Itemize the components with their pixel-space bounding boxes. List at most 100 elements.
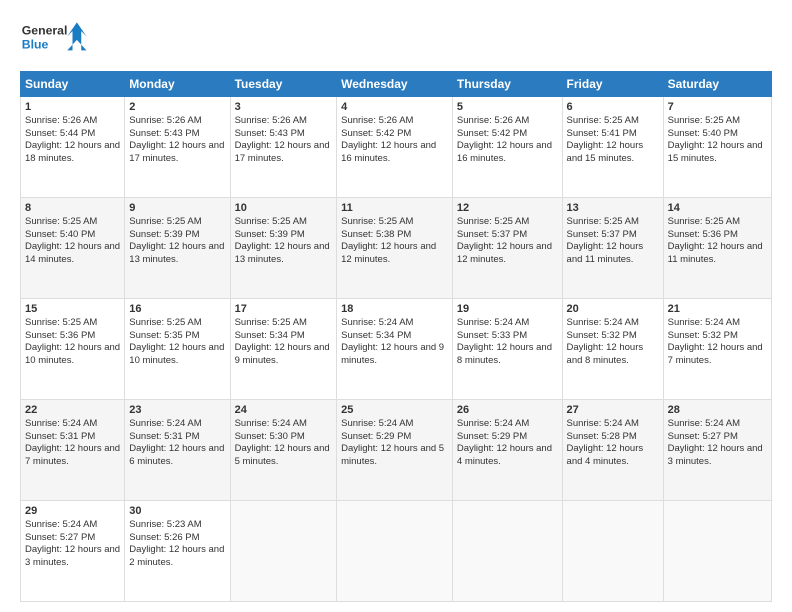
day-info: Sunrise: 5:26 AM xyxy=(235,115,333,128)
day-info: Sunset: 5:26 PM xyxy=(129,532,225,545)
day-info: Sunset: 5:37 PM xyxy=(567,229,659,242)
day-number: 20 xyxy=(567,302,659,317)
day-info: Sunrise: 5:25 AM xyxy=(668,216,767,229)
day-info: Sunrise: 5:26 AM xyxy=(457,115,558,128)
calendar-cell: 10Sunrise: 5:25 AMSunset: 5:39 PMDayligh… xyxy=(230,198,337,299)
calendar-cell: 28Sunrise: 5:24 AMSunset: 5:27 PMDayligh… xyxy=(663,400,771,501)
day-info: Sunset: 5:29 PM xyxy=(341,431,448,444)
calendar-cell: 22Sunrise: 5:24 AMSunset: 5:31 PMDayligh… xyxy=(21,400,125,501)
header-row: SundayMondayTuesdayWednesdayThursdayFrid… xyxy=(21,72,772,97)
day-number: 14 xyxy=(668,201,767,216)
day-info: Daylight: 12 hours and 9 minutes. xyxy=(235,342,333,368)
logo-svg: General Blue xyxy=(20,16,90,61)
calendar-cell: 16Sunrise: 5:25 AMSunset: 5:35 PMDayligh… xyxy=(125,299,230,400)
day-info: Daylight: 12 hours and 16 minutes. xyxy=(341,140,448,166)
day-number: 19 xyxy=(457,302,558,317)
day-info: Daylight: 12 hours and 4 minutes. xyxy=(567,443,659,469)
day-number: 4 xyxy=(341,100,448,115)
day-info: Sunrise: 5:25 AM xyxy=(567,115,659,128)
day-info: Sunrise: 5:24 AM xyxy=(567,317,659,330)
day-info: Daylight: 12 hours and 16 minutes. xyxy=(457,140,558,166)
day-info: Sunrise: 5:24 AM xyxy=(25,418,120,431)
day-info: Sunrise: 5:26 AM xyxy=(25,115,120,128)
day-info: Sunset: 5:40 PM xyxy=(25,229,120,242)
day-info: Sunrise: 5:25 AM xyxy=(25,216,120,229)
calendar-cell: 9Sunrise: 5:25 AMSunset: 5:39 PMDaylight… xyxy=(125,198,230,299)
header-cell-thursday: Thursday xyxy=(452,72,562,97)
day-info: Sunrise: 5:25 AM xyxy=(235,216,333,229)
day-info: Daylight: 12 hours and 11 minutes. xyxy=(567,241,659,267)
day-info: Sunrise: 5:26 AM xyxy=(341,115,448,128)
calendar-cell: 20Sunrise: 5:24 AMSunset: 5:32 PMDayligh… xyxy=(562,299,663,400)
day-number: 6 xyxy=(567,100,659,115)
day-info: Sunset: 5:39 PM xyxy=(129,229,225,242)
calendar-cell: 12Sunrise: 5:25 AMSunset: 5:37 PMDayligh… xyxy=(452,198,562,299)
calendar-cell: 27Sunrise: 5:24 AMSunset: 5:28 PMDayligh… xyxy=(562,400,663,501)
day-info: Sunset: 5:32 PM xyxy=(668,330,767,343)
calendar-row-0: 1Sunrise: 5:26 AMSunset: 5:44 PMDaylight… xyxy=(21,97,772,198)
day-info: Daylight: 12 hours and 12 minutes. xyxy=(457,241,558,267)
day-info: Sunrise: 5:24 AM xyxy=(25,519,120,532)
day-info: Sunset: 5:29 PM xyxy=(457,431,558,444)
day-number: 29 xyxy=(25,504,120,519)
day-info: Sunset: 5:41 PM xyxy=(567,128,659,141)
calendar-cell: 6Sunrise: 5:25 AMSunset: 5:41 PMDaylight… xyxy=(562,97,663,198)
calendar-cell: 17Sunrise: 5:25 AMSunset: 5:34 PMDayligh… xyxy=(230,299,337,400)
calendar-cell: 4Sunrise: 5:26 AMSunset: 5:42 PMDaylight… xyxy=(337,97,453,198)
day-number: 24 xyxy=(235,403,333,418)
calendar-cell: 2Sunrise: 5:26 AMSunset: 5:43 PMDaylight… xyxy=(125,97,230,198)
day-info: Sunrise: 5:24 AM xyxy=(668,317,767,330)
day-info: Sunrise: 5:25 AM xyxy=(341,216,448,229)
day-info: Daylight: 12 hours and 15 minutes. xyxy=(567,140,659,166)
day-info: Daylight: 12 hours and 8 minutes. xyxy=(457,342,558,368)
day-info: Sunset: 5:42 PM xyxy=(341,128,448,141)
calendar-row-3: 22Sunrise: 5:24 AMSunset: 5:31 PMDayligh… xyxy=(21,400,772,501)
day-info: Daylight: 12 hours and 8 minutes. xyxy=(567,342,659,368)
day-info: Sunset: 5:31 PM xyxy=(129,431,225,444)
day-number: 13 xyxy=(567,201,659,216)
day-info: Sunset: 5:27 PM xyxy=(25,532,120,545)
day-info: Sunset: 5:32 PM xyxy=(567,330,659,343)
day-info: Sunset: 5:42 PM xyxy=(457,128,558,141)
day-info: Daylight: 12 hours and 6 minutes. xyxy=(129,443,225,469)
day-number: 10 xyxy=(235,201,333,216)
day-info: Daylight: 12 hours and 5 minutes. xyxy=(235,443,333,469)
day-number: 17 xyxy=(235,302,333,317)
header-cell-wednesday: Wednesday xyxy=(337,72,453,97)
day-info: Daylight: 12 hours and 17 minutes. xyxy=(235,140,333,166)
calendar-cell: 21Sunrise: 5:24 AMSunset: 5:32 PMDayligh… xyxy=(663,299,771,400)
calendar-cell: 19Sunrise: 5:24 AMSunset: 5:33 PMDayligh… xyxy=(452,299,562,400)
calendar-body: 1Sunrise: 5:26 AMSunset: 5:44 PMDaylight… xyxy=(21,97,772,602)
day-info: Sunset: 5:28 PM xyxy=(567,431,659,444)
day-info: Daylight: 12 hours and 2 minutes. xyxy=(129,544,225,570)
day-info: Sunset: 5:43 PM xyxy=(129,128,225,141)
day-number: 27 xyxy=(567,403,659,418)
day-number: 28 xyxy=(668,403,767,418)
calendar-cell: 8Sunrise: 5:25 AMSunset: 5:40 PMDaylight… xyxy=(21,198,125,299)
day-number: 15 xyxy=(25,302,120,317)
calendar-cell: 26Sunrise: 5:24 AMSunset: 5:29 PMDayligh… xyxy=(452,400,562,501)
calendar-cell: 29Sunrise: 5:24 AMSunset: 5:27 PMDayligh… xyxy=(21,501,125,602)
day-number: 8 xyxy=(25,201,120,216)
calendar-cell xyxy=(230,501,337,602)
calendar-cell: 24Sunrise: 5:24 AMSunset: 5:30 PMDayligh… xyxy=(230,400,337,501)
day-info: Sunset: 5:43 PM xyxy=(235,128,333,141)
day-info: Sunrise: 5:26 AM xyxy=(129,115,225,128)
day-number: 12 xyxy=(457,201,558,216)
day-info: Daylight: 12 hours and 10 minutes. xyxy=(25,342,120,368)
day-info: Daylight: 12 hours and 14 minutes. xyxy=(25,241,120,267)
day-number: 16 xyxy=(129,302,225,317)
day-info: Daylight: 12 hours and 3 minutes. xyxy=(25,544,120,570)
day-info: Sunrise: 5:24 AM xyxy=(567,418,659,431)
day-info: Sunrise: 5:25 AM xyxy=(235,317,333,330)
day-info: Sunset: 5:36 PM xyxy=(25,330,120,343)
day-info: Sunrise: 5:25 AM xyxy=(25,317,120,330)
day-info: Sunrise: 5:24 AM xyxy=(129,418,225,431)
day-info: Daylight: 12 hours and 4 minutes. xyxy=(457,443,558,469)
day-info: Sunrise: 5:25 AM xyxy=(668,115,767,128)
day-info: Sunset: 5:35 PM xyxy=(129,330,225,343)
day-info: Sunrise: 5:24 AM xyxy=(341,317,448,330)
day-info: Sunset: 5:40 PM xyxy=(668,128,767,141)
calendar-header: SundayMondayTuesdayWednesdayThursdayFrid… xyxy=(21,72,772,97)
calendar-cell: 18Sunrise: 5:24 AMSunset: 5:34 PMDayligh… xyxy=(337,299,453,400)
